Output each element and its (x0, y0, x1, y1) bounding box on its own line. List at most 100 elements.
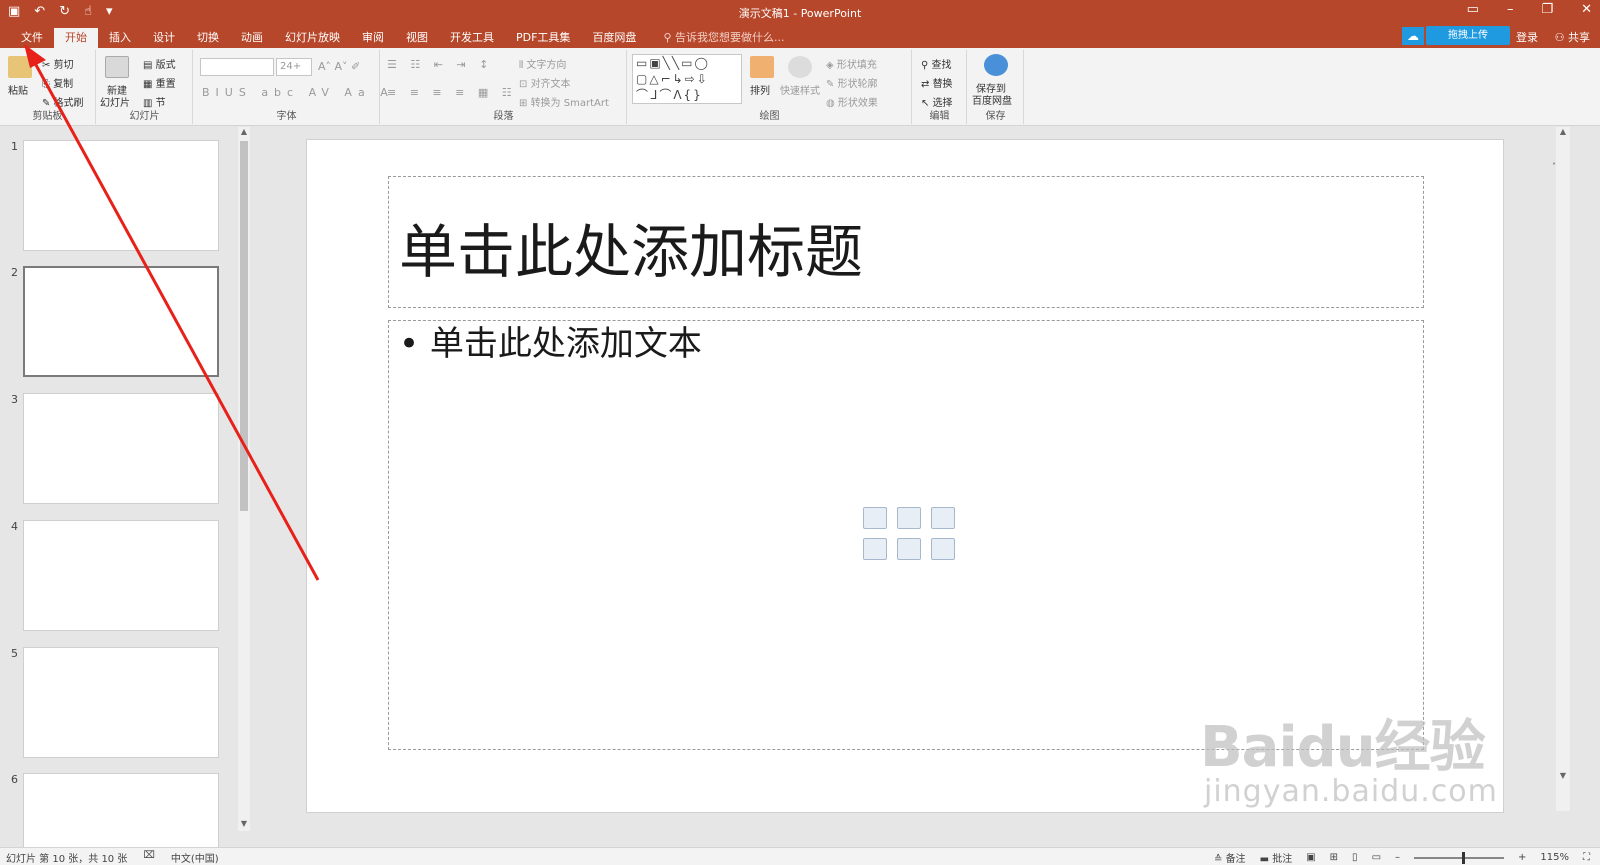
zoom-level[interactable]: 115% (1540, 852, 1569, 863)
tab-home[interactable]: 开始 (54, 28, 98, 50)
fit-slide-icon[interactable]: ⛶ (1583, 852, 1590, 863)
comments-button[interactable]: ▬ 批注 (1260, 850, 1293, 865)
zoom-in-icon[interactable]: + (1518, 852, 1526, 863)
reading-view-icon[interactable]: ▯ (1352, 852, 1358, 863)
thumbnail-image[interactable] (23, 520, 219, 631)
thumbnail-1[interactable]: 1 (0, 140, 240, 255)
slideshow-icon[interactable]: ▭ (1372, 852, 1381, 863)
tab-pdf-tools[interactable]: PDF工具集 (505, 28, 581, 48)
arrange-button[interactable]: 排列 (750, 82, 770, 97)
insert-chart-icon[interactable] (897, 507, 921, 529)
thumbnail-4[interactable]: 4 (0, 520, 240, 635)
scroll-down-icon[interactable]: ▼ (238, 819, 250, 828)
slide-sorter-icon[interactable]: ⊞ (1330, 852, 1338, 863)
list-icons[interactable]: ☰ ☷ ⇤ ⇥ ↕ (387, 58, 493, 71)
tab-developer[interactable]: 开发工具 (439, 28, 505, 48)
upload-button[interactable]: 拖拽上传 (1426, 26, 1510, 45)
font-grow-shrink-icons[interactable]: A˄ A˅ ✐ (318, 60, 360, 73)
body-placeholder[interactable]: • 单击此处添加文本 (388, 320, 1424, 750)
status-left: 幻灯片 第 10 张，共 10 张 ⌧ 中文(中国) (6, 850, 219, 865)
tab-design[interactable]: 设计 (142, 28, 186, 48)
slide-info: 幻灯片 第 10 张，共 10 张 (6, 854, 128, 865)
watermark-paw: du (1296, 715, 1376, 780)
quick-styles-icon[interactable] (788, 56, 812, 78)
shape-outline-label: 形状轮廓 (837, 79, 878, 90)
tab-file[interactable]: 文件 (10, 28, 54, 48)
search-icon: ⚲ (921, 60, 932, 71)
baidu-pan-label[interactable]: 百度网盘 (972, 92, 1012, 107)
editor-scroll-up-icon[interactable]: ▲ (1557, 127, 1569, 136)
copy-label: 复制 (53, 79, 74, 90)
thumbnail-image[interactable] (23, 393, 219, 504)
font-format-icons[interactable]: BIUS abc AV Aa A (202, 86, 394, 99)
normal-view-icon[interactable]: ▣ (1306, 852, 1315, 863)
login-link[interactable]: 登录 (1516, 29, 1538, 45)
insert-table-icon[interactable] (863, 507, 887, 529)
paste-icon[interactable] (8, 56, 32, 78)
tab-review[interactable]: 审阅 (351, 28, 395, 48)
ribbon-display-icon[interactable]: ▭ (1467, 2, 1479, 17)
thumbnail-image[interactable] (23, 140, 219, 251)
shape-fill-button[interactable]: ◈ 形状填充 (826, 56, 877, 71)
cut-button[interactable]: ✂ 剪切 (42, 56, 74, 71)
thumbnail-image[interactable] (23, 647, 219, 758)
editor-scroll-down-icon[interactable]: ▼ (1557, 771, 1569, 780)
insert-picture-icon[interactable] (863, 538, 887, 560)
insert-smartart-icon[interactable] (931, 507, 955, 529)
thumbnail-image[interactable] (23, 773, 219, 847)
font-name-combo[interactable] (200, 58, 274, 76)
baidu-pan-icon[interactable] (984, 54, 1008, 76)
spellcheck-icon[interactable]: ⌧ (143, 850, 155, 865)
layout-button[interactable]: ▤ 版式 (143, 56, 176, 71)
arrange-icon[interactable] (750, 56, 774, 78)
thumbnail-scrollbar[interactable]: ▲ ▼ (238, 127, 250, 831)
watermark-url: jingyan.baidu.com (1204, 774, 1498, 809)
find-button[interactable]: ⚲ 查找 (921, 56, 952, 71)
restore-icon[interactable]: ❐ (1541, 2, 1553, 17)
replace-button[interactable]: ⇄ 替换 (921, 75, 953, 90)
insert-video-icon[interactable] (931, 538, 955, 560)
text-direction-button[interactable]: ⫴ 文字方向 (519, 56, 566, 71)
tab-insert[interactable]: 插入 (98, 28, 142, 48)
new-slide-icon[interactable] (105, 56, 129, 78)
scrollbar-thumb[interactable] (240, 141, 248, 511)
quick-styles-button[interactable]: 快速样式 (780, 82, 820, 97)
title-placeholder[interactable]: 单击此处添加标题 (388, 176, 1424, 308)
notes-button[interactable]: ≙ 备注 (1214, 850, 1246, 865)
replace-label: 替换 (932, 79, 953, 90)
close-icon[interactable]: ✕ (1581, 2, 1592, 17)
thumbnail-2[interactable]: 2 (0, 266, 240, 381)
zoom-out-icon[interactable]: – (1395, 852, 1400, 863)
tab-slideshow[interactable]: 幻灯片放映 (274, 28, 351, 48)
tab-animations[interactable]: 动画 (230, 28, 274, 48)
content-insert-icons (863, 507, 955, 565)
thumbnail-image[interactable] (23, 266, 219, 377)
tab-transitions[interactable]: 切换 (186, 28, 230, 48)
baidu-cloud-icon[interactable]: ☁ (1402, 27, 1424, 45)
ribbon: 粘贴 ✂ 剪切 ⎘ 复制 ✎ 格式刷 剪贴板 新建 幻灯片 ▤ 版式 ▦ 重置 … (0, 48, 1600, 171)
tab-baidu-pan[interactable]: 百度网盘 (581, 28, 647, 48)
thumbnail-3[interactable]: 3 (0, 393, 240, 508)
thumbnail-6[interactable]: 6 (0, 773, 240, 847)
zoom-slider[interactable] (1414, 851, 1505, 864)
font-size-combo[interactable]: 24+ (276, 58, 312, 76)
align-icons[interactable]: ≡ ≡ ≡ ≡ ▦ ☷ (387, 86, 517, 99)
scroll-up-icon[interactable]: ▲ (238, 127, 250, 136)
shape-outline-button[interactable]: ✎ 形状轮廓 (826, 75, 878, 90)
reset-button[interactable]: ▦ 重置 (143, 75, 176, 90)
align-text-button[interactable]: ⊡ 对齐文本 (519, 75, 571, 90)
editor-scrollbar[interactable]: ▲ ▼ (1556, 127, 1570, 811)
tab-view[interactable]: 视图 (395, 28, 439, 48)
minimize-icon[interactable]: – (1507, 2, 1514, 17)
insert-online-picture-icon[interactable] (897, 538, 921, 560)
thumbnail-number: 5 (11, 647, 18, 660)
zoom-slider-knob[interactable] (1462, 851, 1466, 864)
cut-label: 剪切 (53, 60, 74, 71)
copy-button[interactable]: ⎘ 复制 (42, 75, 73, 90)
tell-me-box[interactable]: ⚲ 告诉我您想要做什么... (647, 28, 784, 50)
shapes-gallery[interactable]: ▭▣╲╲▭◯ ▢△⌐↳⇨⇩ ⌒ᒧ⌒ᐱ{} (632, 54, 742, 104)
share-button[interactable]: ⚇ 共享 (1555, 29, 1590, 45)
thumbnail-5[interactable]: 5 (0, 647, 240, 762)
paste-button[interactable]: 粘贴 (8, 82, 28, 97)
language-indicator[interactable]: 中文(中国) (171, 850, 219, 865)
